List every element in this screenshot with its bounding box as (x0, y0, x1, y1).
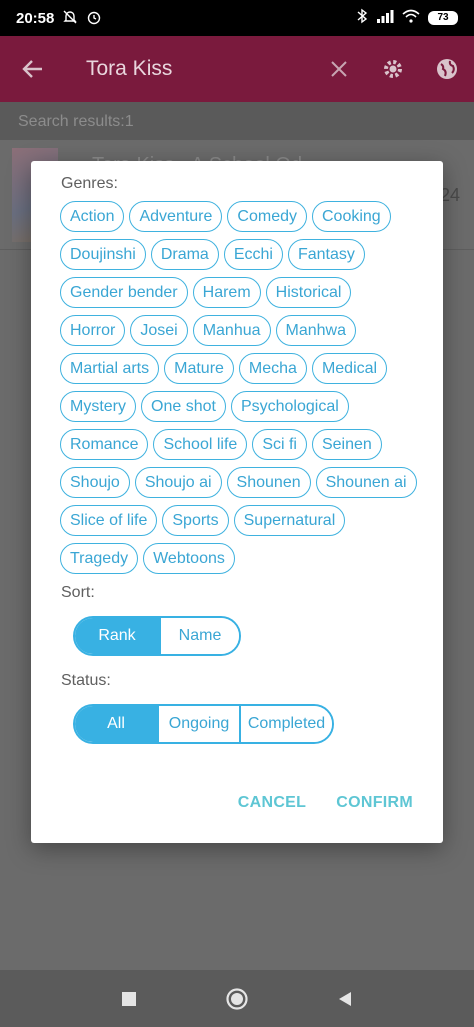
genre-chip[interactable]: Shounen (226, 467, 311, 498)
genre-chip[interactable]: School life (153, 429, 248, 460)
back-icon[interactable] (331, 985, 359, 1013)
genre-chip[interactable]: Webtoons (143, 543, 235, 574)
genre-chip[interactable]: Mature (164, 353, 234, 384)
genre-chip[interactable]: Action (60, 201, 125, 232)
sort-option-rank[interactable]: Rank (75, 618, 159, 654)
genre-chip[interactable]: Supernatural (233, 505, 346, 536)
gear-icon[interactable] (366, 36, 420, 102)
sort-segmented-control: Rank Name (73, 616, 241, 656)
genre-chip[interactable]: Cooking (311, 201, 391, 232)
status-option-ongoing[interactable]: Ongoing (157, 706, 239, 742)
recents-icon[interactable] (115, 985, 143, 1013)
home-icon[interactable] (223, 985, 251, 1013)
genre-chip[interactable]: Manhua (192, 315, 271, 346)
status-bar: 20:58 73 (0, 0, 474, 36)
status-label: Status: (61, 672, 111, 689)
genre-chip[interactable]: Medical (311, 353, 388, 384)
status-time: 20:58 (16, 9, 55, 27)
globe-icon[interactable] (420, 36, 474, 102)
genre-chip[interactable]: Comedy (227, 201, 307, 232)
genres-label: Genres: (61, 175, 118, 192)
genre-chip[interactable]: Drama (150, 239, 219, 270)
search-input[interactable]: Tora Kiss (66, 57, 312, 81)
genre-chip[interactable]: Psychological (230, 391, 349, 422)
search-results-count: Search results:1 (0, 102, 474, 140)
genre-chip[interactable]: Romance (60, 429, 149, 460)
genre-chip[interactable]: Fantasy (287, 239, 365, 270)
confirm-button[interactable]: CONFIRM (336, 794, 413, 812)
mute-icon (62, 9, 78, 28)
genre-chip[interactable]: Josei (130, 315, 188, 346)
signal-icon (376, 9, 394, 28)
alarm-icon (86, 9, 102, 28)
genre-chip[interactable]: Sci fi (252, 429, 307, 460)
genre-chip[interactable]: Adventure (129, 201, 223, 232)
sort-label: Sort: (61, 584, 95, 601)
genre-chip[interactable]: One shot (141, 391, 226, 422)
genre-chip[interactable]: Historical (265, 277, 352, 308)
cancel-button[interactable]: CANCEL (238, 794, 306, 812)
battery-icon: 73 (428, 11, 458, 25)
genre-chip[interactable]: Martial arts (60, 353, 160, 384)
sort-option-name[interactable]: Name (159, 618, 239, 654)
status-option-completed[interactable]: Completed (239, 706, 332, 742)
genre-chip[interactable]: Shounen ai (315, 467, 417, 498)
genre-chip[interactable]: Ecchi (223, 239, 283, 270)
genre-chip[interactable]: Seinen (311, 429, 382, 460)
wifi-icon (402, 9, 420, 28)
filter-dialog: Genres: Action Adventure Comedy Cooking Douj… (31, 161, 443, 843)
genre-chip[interactable]: Harem (192, 277, 261, 308)
status-option-all[interactable]: All (75, 706, 157, 742)
genre-chip[interactable]: Tragedy (60, 543, 139, 574)
genre-chip[interactable]: Gender bender (60, 277, 188, 308)
status-segmented-control: All Ongoing Completed (73, 704, 334, 744)
back-arrow-icon[interactable] (0, 36, 66, 102)
dialog-actions: CANCEL CONFIRM (238, 794, 413, 812)
clear-icon[interactable] (312, 36, 366, 102)
system-nav-bar (0, 970, 474, 1027)
genre-chip[interactable]: Sports (162, 505, 229, 536)
genre-chip-group: Action Adventure Comedy Cooking Doujinshi Dra… (60, 201, 420, 574)
bluetooth-icon (356, 8, 368, 29)
genre-chip[interactable]: Horror (60, 315, 126, 346)
genre-chip[interactable]: Shoujo ai (134, 467, 222, 498)
genre-chip[interactable]: Mystery (60, 391, 136, 422)
genre-chip[interactable]: Slice of life (60, 505, 158, 536)
genre-chip[interactable]: Mecha (238, 353, 307, 384)
genre-chip[interactable]: Manhwa (275, 315, 357, 346)
genre-chip[interactable]: Shoujo (60, 467, 130, 498)
genre-chip[interactable]: Doujinshi (60, 239, 146, 270)
app-toolbar: Tora Kiss (0, 36, 474, 102)
